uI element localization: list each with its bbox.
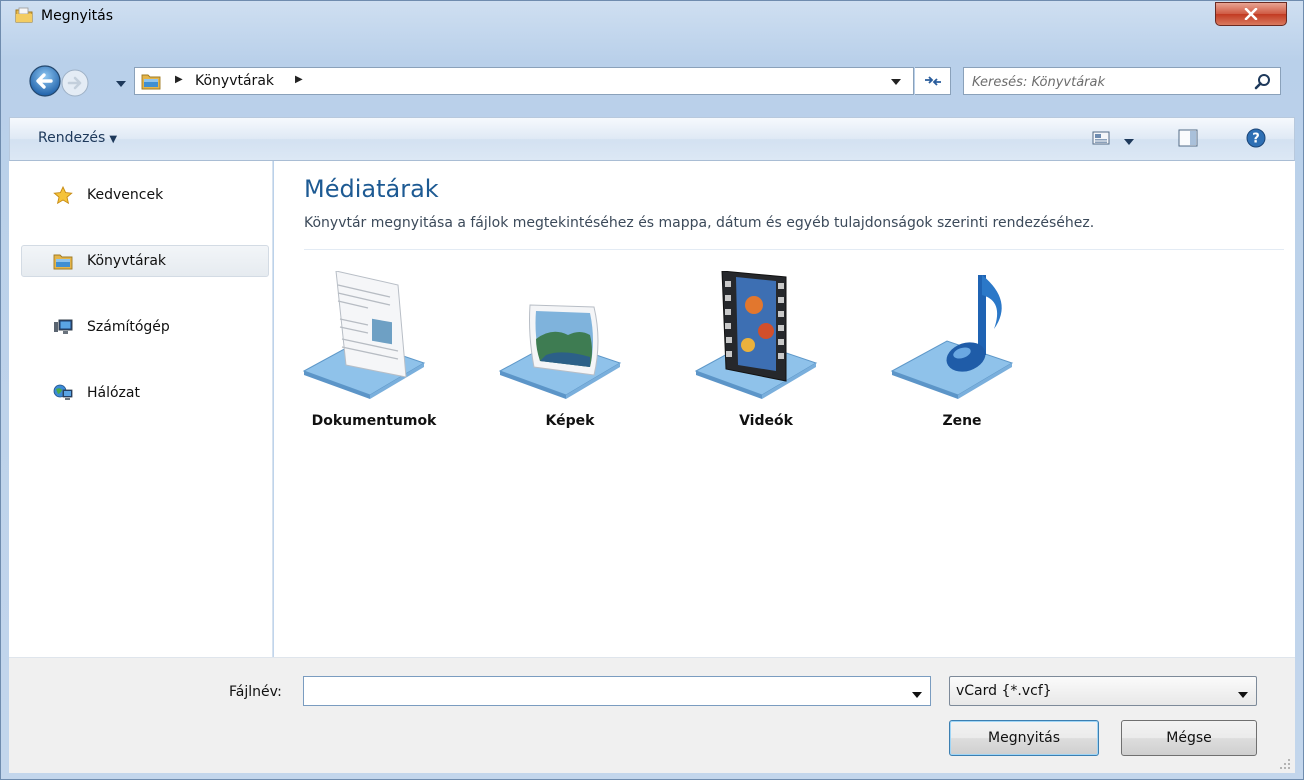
search-input[interactable] bbox=[972, 72, 1242, 92]
close-icon bbox=[1244, 8, 1258, 20]
search-icon[interactable] bbox=[1254, 73, 1272, 91]
open-button[interactable]: Megnyitás bbox=[949, 720, 1099, 756]
refresh-button[interactable] bbox=[915, 67, 951, 95]
divider bbox=[304, 249, 1284, 250]
star-icon bbox=[53, 185, 73, 205]
library-item-documents[interactable]: Dokumentumok bbox=[294, 271, 454, 451]
back-button[interactable] bbox=[29, 65, 61, 97]
recent-pages-button[interactable] bbox=[115, 77, 127, 87]
nav-label: Hálózat bbox=[87, 385, 140, 401]
cancel-button[interactable]: Mégse bbox=[1121, 720, 1257, 756]
music-library-icon bbox=[890, 275, 1014, 399]
address-row: ▶ Könyvtárak ▶ bbox=[1, 63, 1303, 99]
nav-label: Könyvtárak bbox=[87, 253, 167, 269]
window-title: Megnyitás bbox=[41, 8, 113, 24]
nav-label: Számítógép bbox=[87, 319, 170, 335]
library-item-videos[interactable]: Videók bbox=[686, 271, 846, 451]
organize-label: Rendezés bbox=[38, 130, 106, 146]
content-pane: Médiatárak Könyvtár megnyitása a fájlok … bbox=[274, 161, 1295, 657]
bottom-panel: Fájlnév: vCard {*.vcf} Megnyitás Mégse bbox=[9, 657, 1295, 773]
organize-menu-button[interactable]: Rendezés ▼ bbox=[38, 130, 117, 146]
library-label: Zene bbox=[942, 413, 982, 429]
filename-label: Fájlnév: bbox=[229, 684, 282, 700]
forward-button[interactable] bbox=[61, 69, 89, 97]
documents-library-icon bbox=[302, 271, 426, 399]
nav-item-favorites[interactable]: Kedvencek bbox=[21, 179, 269, 211]
address-dropdown-button[interactable] bbox=[890, 76, 902, 86]
address-bar[interactable]: ▶ Könyvtárak ▶ bbox=[134, 67, 914, 95]
chevron-down-icon: ▼ bbox=[109, 134, 118, 145]
breadcrumb-separator-icon[interactable]: ▶ bbox=[175, 74, 183, 85]
dropdown-arrow-icon bbox=[116, 81, 126, 87]
resize-grip-icon[interactable] bbox=[1279, 758, 1291, 770]
view-options-chevron-icon[interactable] bbox=[1124, 135, 1134, 145]
refresh-icon bbox=[924, 76, 941, 86]
libraries-icon bbox=[141, 72, 161, 90]
nav-item-computer[interactable]: Számítógép bbox=[21, 311, 269, 343]
close-button[interactable] bbox=[1215, 2, 1287, 26]
preview-pane-icon[interactable] bbox=[1178, 129, 1198, 147]
library-label: Képek bbox=[545, 413, 595, 429]
library-item-music[interactable]: Zene bbox=[882, 271, 1042, 451]
library-label: Dokumentumok bbox=[311, 413, 437, 429]
chevron-down-icon bbox=[891, 79, 901, 85]
back-arrow-icon bbox=[29, 65, 61, 97]
computer-icon bbox=[53, 318, 73, 336]
breadcrumb-item-libraries[interactable]: Könyvtárak bbox=[195, 73, 274, 89]
library-item-pictures[interactable]: Képek bbox=[490, 271, 650, 451]
chevron-down-icon[interactable] bbox=[1238, 688, 1248, 698]
filename-combobox[interactable] bbox=[303, 676, 931, 706]
navigation-pane: Kedvencek Könyvtárak Számítógép Hálózat bbox=[9, 161, 273, 657]
pictures-library-icon bbox=[498, 304, 622, 399]
content-title: Médiatárak bbox=[304, 175, 439, 203]
libraries-icon bbox=[53, 252, 73, 270]
forward-arrow-icon bbox=[61, 69, 89, 97]
title-bar[interactable]: Megnyitás bbox=[1, 1, 1303, 35]
search-box[interactable] bbox=[963, 67, 1281, 95]
library-label: Videók bbox=[739, 413, 793, 429]
content-description: Könyvtár megnyitása a fájlok megtekintés… bbox=[304, 215, 1095, 231]
nav-item-libraries[interactable]: Könyvtárak bbox=[21, 245, 269, 277]
videos-library-icon bbox=[694, 271, 818, 399]
network-icon bbox=[53, 384, 73, 402]
filetype-select[interactable]: vCard {*.vcf} bbox=[949, 676, 1257, 706]
nav-item-network[interactable]: Hálózat bbox=[21, 377, 269, 409]
filetype-value: vCard {*.vcf} bbox=[956, 683, 1052, 699]
breadcrumb-separator-icon[interactable]: ▶ bbox=[295, 74, 303, 85]
folder-app-icon bbox=[15, 7, 33, 23]
change-view-icon[interactable] bbox=[1092, 130, 1110, 146]
svg-text:?: ? bbox=[1252, 132, 1260, 147]
open-dialog-window: Megnyitás ▶ Könyvtárak ▶ Keresés: Könyvt… bbox=[0, 0, 1304, 780]
chevron-down-icon[interactable] bbox=[912, 688, 922, 698]
filename-input[interactable] bbox=[310, 681, 890, 701]
command-bar: Rendezés ▼ ? bbox=[9, 117, 1295, 161]
help-icon[interactable]: ? bbox=[1246, 128, 1266, 148]
nav-label: Kedvencek bbox=[87, 187, 164, 203]
